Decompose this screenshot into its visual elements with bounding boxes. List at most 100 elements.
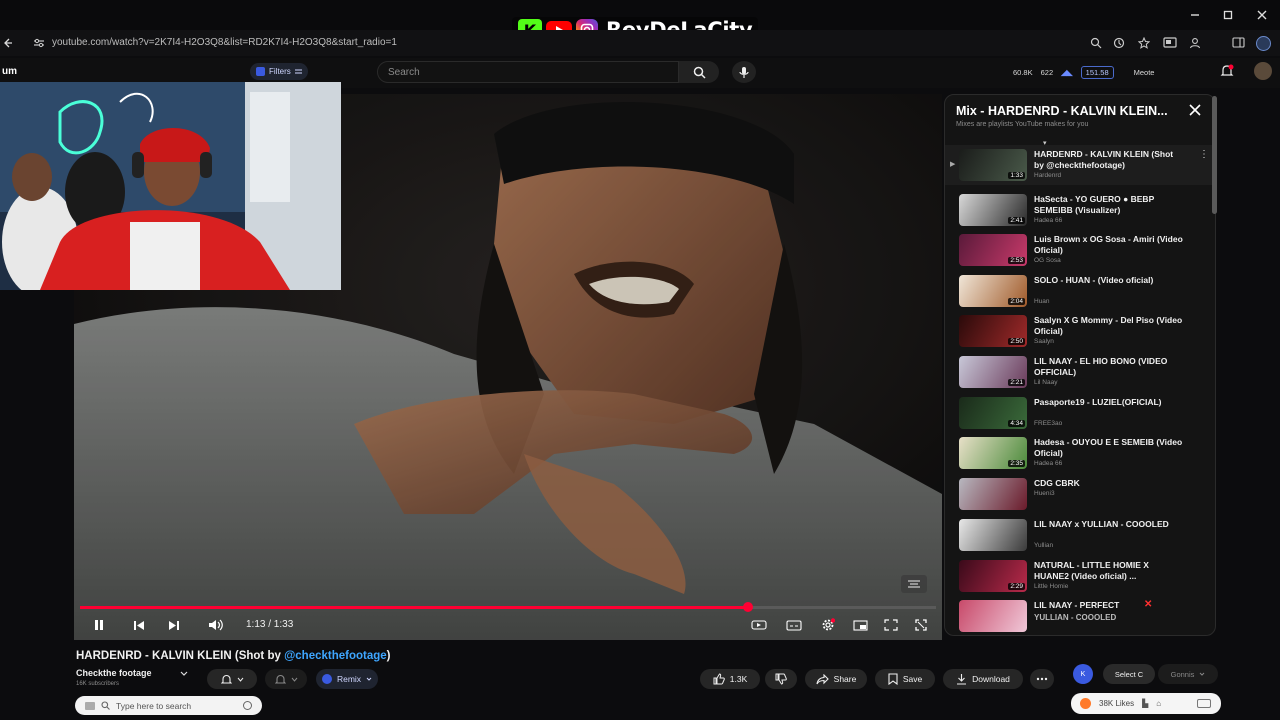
- volume-button[interactable]: [205, 614, 227, 636]
- subscribe-bell-button[interactable]: [207, 669, 257, 689]
- zoom-icon[interactable]: [1090, 37, 1102, 49]
- playlist-item[interactable]: 2:04 SOLO - HUAN - (Video oficial) Huan: [945, 271, 1215, 311]
- more-actions-button[interactable]: [1030, 669, 1054, 689]
- playlist-duration: 2:50: [1008, 338, 1025, 345]
- maximize-icon[interactable]: [1219, 6, 1237, 24]
- playlist-item-channel: Lil Naay: [1034, 379, 1058, 386]
- seek-bar[interactable]: [80, 602, 936, 612]
- pause-icon: [95, 620, 103, 630]
- playlist-duration: 2:04: [1008, 298, 1025, 305]
- like-button[interactable]: 1.3K: [700, 669, 760, 689]
- previous-button[interactable]: [128, 614, 150, 636]
- notifications-icon[interactable]: [1220, 64, 1234, 78]
- bookmark-star-icon[interactable]: [1138, 37, 1150, 49]
- playlist-item[interactable]: 2:29 NATURAL - LITTLE HOMIE X HUANE2 (Vid…: [945, 556, 1215, 596]
- site-settings-icon[interactable]: [33, 38, 45, 48]
- stat-balance[interactable]: 151.58: [1080, 66, 1114, 79]
- channel-chevron-icon[interactable]: [180, 671, 188, 677]
- profile-icon[interactable]: [1189, 37, 1201, 49]
- playlist-thumbnail: 2:29: [959, 560, 1027, 592]
- playlist-duration: 2:29: [1008, 583, 1025, 590]
- previous-icon: [134, 620, 144, 630]
- sidebar-toggle-icon[interactable]: [1232, 37, 1245, 49]
- video-title-end: ): [386, 650, 391, 662]
- close-playlist-icon[interactable]: [1189, 104, 1201, 116]
- miniplayer-button[interactable]: [849, 614, 871, 636]
- close-window-icon[interactable]: [1253, 6, 1271, 24]
- playlist-item-channel: Hadea 66: [1034, 217, 1063, 224]
- sort-select[interactable]: Select C: [1103, 664, 1155, 684]
- playlist-duration: 4:34: [1008, 420, 1025, 427]
- youtube-logo-text[interactable]: um: [2, 66, 17, 77]
- url-text[interactable]: youtube.com/watch?v=2K7I4-H2O3Q8&list=RD…: [52, 37, 397, 48]
- search-button[interactable]: [679, 61, 719, 83]
- autoplay-button[interactable]: [748, 614, 770, 636]
- settings-button[interactable]: [817, 614, 839, 636]
- video-title-link[interactable]: @checkthefootage: [284, 650, 387, 662]
- playlist-item[interactable]: LIL NAAY - PERFECT ✕ YULLIAN - COOOLED: [945, 596, 1215, 635]
- notify-button[interactable]: [265, 669, 307, 689]
- flame-icon: [1080, 698, 1091, 709]
- sort-value[interactable]: Gonnis: [1158, 664, 1218, 684]
- video-title-text: HARDENRD - KALVIN KLEIN (Shot by: [76, 650, 285, 662]
- playlist-item-title: Hadesa - OUYOU E E SEMEIB (Video Oficial…: [1034, 437, 1183, 458]
- more-vertical-icon[interactable]: ⋮: [1199, 150, 1209, 160]
- playlist-item[interactable]: LIL NAAY x YULLIAN - COOOLED Yullian: [945, 515, 1215, 555]
- toast-cast-icon[interactable]: ▙: [1142, 699, 1148, 708]
- webcam-frame: [0, 82, 341, 290]
- extension-badge-icon[interactable]: K: [1073, 664, 1093, 684]
- playlist-item[interactable]: 2:35 Hadesa - OUYOU E E SEMEIB (Video Ofi…: [945, 433, 1215, 473]
- keyboard-icon[interactable]: [1197, 699, 1211, 708]
- cortana-icon: [243, 701, 252, 710]
- user-avatar[interactable]: [1254, 62, 1272, 80]
- save-button[interactable]: Save: [875, 669, 935, 689]
- playlist-item[interactable]: 2:50 Saalyn X G Mommy - Del Piso (Video O…: [945, 311, 1215, 351]
- remix-label: Remix: [336, 674, 362, 684]
- chapters-icon: [908, 580, 920, 588]
- pause-button[interactable]: [88, 614, 110, 636]
- toast-home-icon[interactable]: ⌂: [1156, 699, 1161, 708]
- filter-sliders-icon: [294, 69, 302, 74]
- taskbar-search[interactable]: Type here to search: [75, 696, 262, 715]
- playlist-scrollbar[interactable]: [1212, 96, 1217, 214]
- remix-button[interactable]: Remix: [316, 669, 378, 689]
- download-button[interactable]: Download: [943, 669, 1023, 689]
- account-avatar[interactable]: [1256, 36, 1271, 51]
- remove-item-icon[interactable]: ✕: [1144, 599, 1152, 610]
- playlist-item[interactable]: 2:53 Luis Brown x OG Sosa - Amiri (Video …: [945, 230, 1215, 270]
- playlist-item[interactable]: ▶ 1:33 HARDENRD - KALVIN KLEIN (Shot by @c…: [945, 145, 1215, 185]
- header-stats: 60.8K 622 ◢◣ 151.58 Meote: [1013, 66, 1154, 79]
- playlist-thumbnail: 2:50: [959, 315, 1027, 347]
- dislike-button[interactable]: [765, 669, 797, 689]
- playlist-item[interactable]: CDG CBRK Hueni3: [945, 474, 1215, 514]
- chapters-button[interactable]: [901, 575, 927, 593]
- playlist-duration: 1:33: [1008, 172, 1025, 179]
- cast-icon[interactable]: [1163, 37, 1177, 49]
- voice-search-button[interactable]: [732, 61, 756, 83]
- channel-name[interactable]: Checkthe footage: [76, 668, 152, 678]
- video-title: HARDENRD - KALVIN KLEIN (Shot by @checkt…: [76, 650, 391, 662]
- share-icon: [816, 673, 829, 684]
- subtitles-button[interactable]: [783, 614, 805, 636]
- seek-bar-scrubber[interactable]: [742, 602, 753, 612]
- theater-mode-button[interactable]: [880, 614, 902, 636]
- chevron-down-icon: [237, 677, 243, 682]
- playlist-item[interactable]: 4:34 Pasaporte19 - LUZIEL(OFICIAL) FREE3ao: [945, 393, 1215, 433]
- gear-icon: [822, 618, 835, 631]
- playlist-item[interactable]: 2:21 LIL NAAY - EL HIO BONO (VIDEO OFFICI…: [945, 352, 1215, 392]
- next-button[interactable]: [163, 614, 185, 636]
- volume-icon: [209, 619, 223, 631]
- extension-icon[interactable]: [1113, 37, 1125, 49]
- share-button[interactable]: Share: [805, 669, 867, 689]
- filters-button[interactable]: Filters: [250, 63, 308, 80]
- playlist-thumbnail: 2:35: [959, 437, 1027, 469]
- search-input[interactable]: Search: [377, 61, 679, 83]
- user-label[interactable]: Meote: [1134, 68, 1155, 77]
- fullscreen-button[interactable]: [910, 614, 932, 636]
- back-arrow-icon[interactable]: [4, 37, 14, 49]
- playlist-thumbnail: [959, 519, 1027, 551]
- minimize-icon[interactable]: [1186, 6, 1204, 24]
- playlist-thumbnail: 2:21: [959, 356, 1027, 388]
- playlist-item-channel: Hadea 66: [1034, 460, 1063, 467]
- playlist-item[interactable]: 2:41 HaSecta - YO GUERO ● BEBP SEMEIBB (V…: [945, 190, 1215, 230]
